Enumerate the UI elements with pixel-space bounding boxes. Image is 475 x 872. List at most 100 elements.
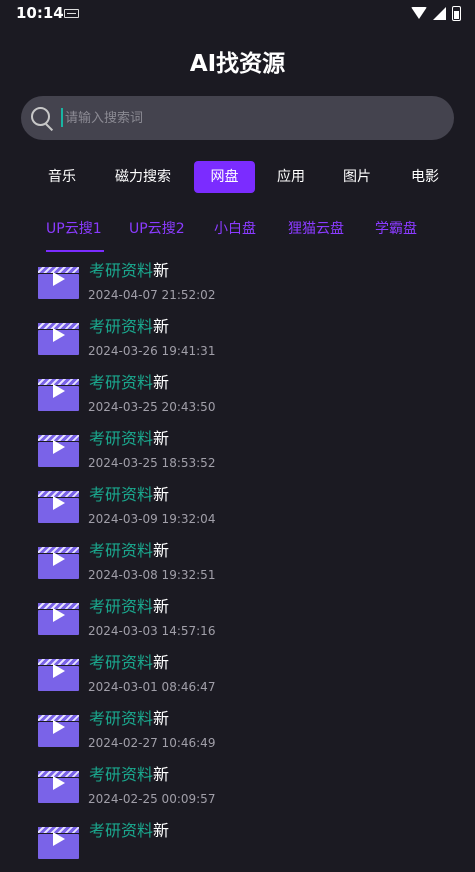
result-date: 2024-03-08 19:32:51 — [88, 568, 216, 582]
play-icon — [53, 552, 65, 566]
new-badge: 新 — [153, 429, 170, 448]
new-badge: 新 — [153, 765, 170, 784]
result-title-text: 考研资料 — [89, 765, 154, 784]
status-icons — [411, 4, 461, 22]
status-time: 10:14 — [16, 4, 64, 22]
result-date: 2024-04-07 21:52:02 — [88, 288, 216, 302]
list-item[interactable]: 考研资料新 2024-04-07 21:52:02 — [0, 256, 475, 312]
result-title-text: 考研资料 — [89, 709, 154, 728]
list-item[interactable]: 考研资料新 2024-03-01 08:46:47 — [0, 648, 475, 704]
result-title-text: 考研资料 — [89, 485, 154, 504]
list-item[interactable]: 考研资料新 2024-02-25 00:09:57 — [0, 760, 475, 816]
list-item[interactable]: 考研资料新 2024-03-25 18:53:52 — [0, 424, 475, 480]
video-file-icon — [38, 491, 79, 523]
new-badge: 新 — [153, 261, 170, 280]
new-badge: 新 — [153, 485, 170, 504]
result-title-text: 考研资料 — [89, 317, 154, 336]
play-icon — [53, 440, 65, 454]
status-bar: 10:14 — [0, 0, 475, 28]
video-file-icon — [38, 435, 79, 467]
tab-images[interactable]: 图片 — [332, 161, 382, 193]
result-title[interactable]: 考研资料新 — [89, 593, 169, 617]
result-title[interactable]: 考研资料新 — [89, 369, 169, 393]
tab-movies[interactable]: 电影 — [400, 161, 450, 193]
result-title-text: 考研资料 — [89, 373, 154, 392]
new-badge: 新 — [153, 821, 170, 840]
result-title[interactable]: 考研资料新 — [89, 537, 169, 561]
video-file-icon — [38, 771, 79, 803]
tab-music[interactable]: 音乐 — [37, 161, 87, 193]
result-date: 2024-02-25 00:09:57 — [88, 792, 216, 806]
new-badge: 新 — [153, 653, 170, 672]
result-date: 2024-03-25 20:43:50 — [88, 400, 216, 414]
source-tab-upyunsou2[interactable]: UP云搜2 — [129, 218, 185, 238]
play-icon — [53, 720, 65, 734]
result-title[interactable]: 考研资料新 — [89, 257, 169, 281]
result-date: 2024-03-26 19:41:31 — [88, 344, 216, 358]
result-title[interactable]: 考研资料新 — [89, 649, 169, 673]
result-title[interactable]: 考研资料新 — [89, 425, 169, 449]
play-icon — [53, 664, 65, 678]
list-item[interactable]: 考研资料新 2024-03-09 19:32:04 — [0, 480, 475, 536]
video-file-icon — [38, 547, 79, 579]
source-tab-xuebapan[interactable]: 学霸盘 — [375, 218, 417, 238]
video-file-icon — [38, 379, 79, 411]
result-date: 2024-02-27 10:46:49 — [88, 736, 216, 750]
tab-magnet-search[interactable]: 磁力搜索 — [107, 161, 179, 193]
signal-icon — [433, 6, 446, 20]
category-tabs: 音乐 磁力搜索 网盘 应用 图片 电影 — [0, 161, 475, 193]
play-icon — [53, 776, 65, 790]
video-file-icon — [38, 659, 79, 691]
result-title[interactable]: 考研资料新 — [89, 481, 169, 505]
search-icon[interactable] — [31, 106, 54, 132]
result-title-text: 考研资料 — [89, 429, 154, 448]
wifi-icon — [411, 7, 427, 19]
new-badge: 新 — [153, 709, 170, 728]
active-tab-indicator — [46, 250, 104, 252]
result-title[interactable]: 考研资料新 — [89, 761, 169, 785]
list-item[interactable]: 考研资料新 2024-03-25 20:43:50 — [0, 368, 475, 424]
result-title-text: 考研资料 — [89, 653, 154, 672]
source-tab-xiaobaipan[interactable]: 小白盘 — [214, 218, 256, 238]
result-title[interactable]: 考研资料新 — [89, 705, 169, 729]
new-badge: 新 — [153, 317, 170, 336]
result-date: 2024-03-09 19:32:04 — [88, 512, 216, 526]
result-title[interactable]: 考研资料新 — [89, 817, 169, 841]
play-icon — [53, 608, 65, 622]
tab-apps[interactable]: 应用 — [266, 161, 316, 193]
video-file-icon — [38, 603, 79, 635]
search-bar[interactable] — [21, 96, 454, 140]
video-file-icon — [38, 267, 79, 299]
result-date: 2024-03-01 08:46:47 — [88, 680, 216, 694]
keyboard-icon — [64, 9, 79, 18]
result-title-text: 考研资料 — [89, 821, 154, 840]
source-tab-upyunsou1[interactable]: UP云搜1 — [46, 218, 102, 238]
video-file-icon — [38, 715, 79, 747]
list-item[interactable]: 考研资料新 — [0, 816, 475, 872]
source-tabs: UP云搜1 UP云搜2 小白盘 狸猫云盘 学霸盘 — [0, 215, 475, 255]
list-item[interactable]: 考研资料新 2024-03-03 14:57:16 — [0, 592, 475, 648]
play-icon — [53, 272, 65, 286]
list-item[interactable]: 考研资料新 2024-03-26 19:41:31 — [0, 312, 475, 368]
list-item[interactable]: 考研资料新 2024-03-08 19:32:51 — [0, 536, 475, 592]
result-date: 2024-03-25 18:53:52 — [88, 456, 216, 470]
text-cursor — [61, 108, 63, 127]
page-title: AI找资源 — [189, 51, 286, 77]
result-title[interactable]: 考研资料新 — [89, 313, 169, 337]
source-tab-limaoyunpan[interactable]: 狸猫云盘 — [288, 218, 344, 238]
battery-icon — [452, 5, 461, 21]
play-icon — [53, 384, 65, 398]
list-item[interactable]: 考研资料新 2024-02-27 10:46:49 — [0, 704, 475, 760]
result-title-text: 考研资料 — [89, 261, 154, 280]
play-icon — [53, 328, 65, 342]
result-date: 2024-03-03 14:57:16 — [88, 624, 216, 638]
play-icon — [53, 496, 65, 510]
tab-netdisk[interactable]: 网盘 — [194, 161, 255, 193]
result-title-text: 考研资料 — [89, 597, 154, 616]
new-badge: 新 — [153, 541, 170, 560]
search-input[interactable] — [65, 96, 435, 140]
video-file-icon — [38, 827, 79, 859]
result-title-text: 考研资料 — [89, 541, 154, 560]
new-badge: 新 — [153, 597, 170, 616]
video-file-icon — [38, 323, 79, 355]
